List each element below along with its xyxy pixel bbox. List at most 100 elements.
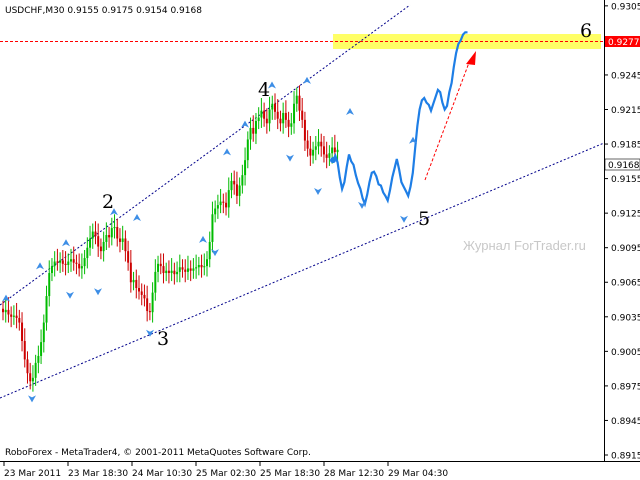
candle-body (263, 110, 266, 119)
candle-body (197, 264, 200, 268)
candle-body (48, 273, 51, 297)
candle-body (86, 247, 89, 259)
candle-body (12, 315, 15, 317)
candle-body (157, 263, 160, 272)
candle-body (233, 180, 236, 185)
price-chart: 2 3 4 5 6 Журнал ForTrader.ru USDCHF,M30… (0, 0, 640, 480)
candle-body (216, 205, 219, 209)
candle-body (189, 268, 192, 271)
y-tick-label: 0.9065 (611, 279, 640, 289)
x-tick-label: 23 Mar 18:30 (68, 469, 128, 479)
candle-body (45, 296, 48, 323)
candle-body (83, 258, 86, 267)
candle-body (102, 241, 105, 252)
candle-body (282, 112, 285, 124)
candle-body (53, 261, 56, 267)
candle-body (121, 238, 124, 242)
candle-body (61, 260, 64, 264)
candle-body (222, 201, 225, 203)
candle-body (132, 279, 135, 283)
candle-body (265, 118, 268, 124)
candle-body (186, 268, 189, 272)
candle-body (192, 268, 195, 271)
candle-body (287, 119, 290, 127)
candle-body (225, 202, 228, 208)
candle-body (110, 228, 113, 238)
wave-label-5: 5 (418, 208, 430, 230)
x-tick-label: 29 Mar 04:30 (388, 469, 448, 479)
candle-body (295, 95, 298, 104)
candle-body (167, 270, 170, 274)
forecast-start-dot (330, 157, 336, 164)
x-tick-label: 24 Mar 10:30 (132, 469, 192, 479)
candle-body (331, 147, 334, 154)
candle-body (40, 342, 43, 356)
candle-body (325, 154, 328, 158)
candle-body (298, 95, 301, 111)
candle-body (70, 259, 72, 262)
candle-body (78, 263, 81, 269)
y-tick-label: 0.9125 (611, 210, 640, 220)
candle-body (244, 160, 247, 176)
candle-body (173, 270, 176, 275)
candle-body (254, 121, 257, 134)
y-tick-label: 0.9245 (611, 71, 640, 81)
candle-body (89, 238, 92, 248)
candle-body (146, 298, 149, 312)
candle-body (249, 127, 252, 140)
watermark: Журнал ForTrader.ru (463, 238, 586, 253)
candle-body (80, 266, 83, 269)
candle-body (246, 139, 249, 161)
candle-body (238, 185, 241, 196)
candle-body (143, 294, 146, 299)
candle-body (99, 246, 102, 252)
y-tick-label: 0.9215 (611, 106, 640, 116)
candle-body (18, 317, 21, 323)
candle-body (211, 214, 214, 242)
candle-body (165, 270, 168, 274)
candle-body (293, 103, 296, 124)
candle-body (184, 269, 187, 272)
candle-body (7, 309, 10, 315)
candle-body (181, 267, 184, 270)
candle-body (260, 110, 263, 118)
chart-header: USDCHF,M30 0.9155 0.9175 0.9154 0.9168 (5, 6, 202, 16)
candle-body (105, 235, 108, 242)
candle-body (320, 141, 323, 147)
candle-body (178, 267, 181, 272)
y-tick-label: 0.8915 (611, 452, 640, 462)
candle-body (31, 377, 34, 382)
candle-body (219, 201, 222, 206)
candle-body (306, 140, 309, 149)
candle-body (138, 288, 140, 292)
candle-body (257, 117, 260, 122)
candle-body (195, 267, 198, 269)
candle-body (64, 263, 67, 265)
candle-body (4, 309, 7, 313)
wave-label-4: 4 (258, 79, 270, 101)
wave-label-3: 3 (157, 328, 169, 350)
wave-label-6: 6 (580, 20, 592, 42)
candle-body (94, 231, 97, 237)
candle-body (23, 340, 26, 360)
candle-body (230, 180, 233, 191)
candle-body (56, 261, 59, 263)
candle-body (214, 208, 217, 215)
x-tick-label: 23 Mar 2011 (4, 469, 61, 479)
candle-body (279, 118, 282, 124)
target-price-label: 0.9277 (608, 38, 640, 48)
wave-label-2: 2 (102, 191, 114, 213)
candle-body (127, 251, 130, 263)
target-price-tag: 0.9277 (605, 36, 640, 48)
candle-body (91, 231, 94, 239)
candle-body (208, 241, 211, 260)
y-tick-label: 0.9035 (611, 313, 640, 323)
candle-body (206, 259, 208, 267)
candle-body (312, 149, 315, 156)
candle-body (29, 373, 32, 382)
candle-body (322, 146, 325, 155)
candle-body (159, 263, 162, 267)
candle-body (67, 261, 70, 265)
candle-body (200, 264, 203, 268)
candle-body (290, 123, 293, 127)
